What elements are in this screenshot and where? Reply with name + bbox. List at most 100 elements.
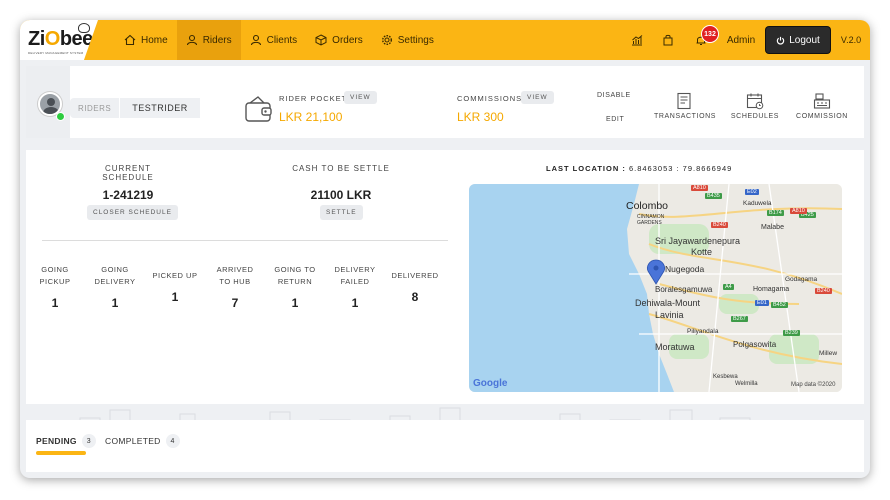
map-road-tag: A4 [723,284,734,290]
notification-badge: 132 [701,25,719,43]
rider-name-pill: RIDERS TESTRIDER [70,98,200,118]
commission-button[interactable]: COMMISSION [794,92,850,120]
nav-riders[interactable]: Riders [176,20,241,60]
stat-label-line1: DELIVERY [334,265,376,274]
commissions-view-button[interactable]: VIEW [521,91,554,104]
map-label-sri-jayawardenepura: Sri Jayawardenepura [655,236,741,246]
nav-home-label: Home [141,34,168,46]
map-label-kesbewa: Kesbewa [713,374,738,380]
map-road-tag: B240 [815,288,832,294]
stat-value: 7 [231,296,239,310]
logout-label: Logout [789,34,820,46]
map-label-piliyandala: Piliyandala [687,328,719,335]
map-road-tag: A810 [790,208,807,214]
gear-icon [381,34,392,46]
schedules-label: SCHEDULES [730,113,780,120]
user-icon [250,34,261,46]
orders-tabs-card: PENDING 3 COMPLETED 4 [26,420,864,472]
rider-pocket-label: RIDER POCKET [279,94,348,103]
stat-going-pickup: GOING PICKUP 1 [30,264,80,310]
bee-mascot-icon [78,23,90,33]
schedule-card: CURRENT SCHEDULE 1-241219 CLOSER SCHEDUL… [26,150,864,404]
google-logo[interactable]: Google [473,378,507,389]
transactions-button[interactable]: TRANSACTIONS [654,92,717,120]
tab-pending-count: 3 [81,434,96,448]
map-road-tag: E02 [745,189,759,195]
map-road-tag: B267 [731,316,748,322]
map-label-godagama: Godagama [785,276,818,283]
stat-arrived-to-hub: ARRIVED TO HUB 7 [210,264,260,310]
home-icon [124,34,136,46]
cash-register-icon [813,93,831,109]
avatar-head [47,98,55,106]
stat-label-line2: DELIVERY [94,277,136,286]
stat-label-line2: RETURN [277,277,313,286]
shopping-bag-button[interactable] [652,20,684,60]
logout-button[interactable]: Logout [766,27,830,53]
logo-subtitle: DELIVERY MANAGEMENT SYSTEM [28,51,84,55]
map-road-tag: B174 [767,210,784,216]
logout-wrap: Logout [764,20,832,60]
nav-home[interactable]: Home [115,20,177,60]
rider-name: TESTRIDER [119,98,200,118]
disable-button[interactable]: DISABLE [597,92,631,99]
user-menu[interactable]: Admin [718,20,764,60]
nav-settings[interactable]: Settings [372,20,443,60]
notifications-button[interactable]: 132 [684,20,719,60]
map-label-kotte: Kotte [691,247,713,257]
shopping-bag-icon [663,34,673,46]
stat-label-line1: ARRIVED [216,265,254,274]
stat-delivered: DELIVERED 8 [390,270,440,304]
stat-value: 1 [171,290,179,304]
top-right-tools: 132 Admin Logout V.2.0 [622,20,870,60]
stat-label-line1: GOING TO [274,265,316,274]
location-map[interactable]: Colombo CINNAMON GARDENS Sri Jayawardene… [469,184,842,392]
map-label-millew: Millew [819,350,838,357]
stat-going-delivery: GOING DELIVERY 1 [90,264,140,310]
tab-pending-label: PENDING [36,436,77,446]
map-label-cinnamon: CINNAMON GARDENS [637,214,665,226]
stat-label-line2: TO HUB [219,277,251,286]
rider-pocket-view-button[interactable]: VIEW [344,91,377,104]
stat-label-line1: PICKED UP [152,271,198,280]
divider [42,240,448,241]
chart-button[interactable] [622,20,652,60]
stat-value: 1 [51,296,59,310]
receipt-icon [677,92,691,110]
rider-header-card: RIDERS TESTRIDER RIDER POCKET VIEW LKR 2… [26,66,864,138]
nav-riders-label: Riders [202,34,232,46]
rider-pocket-amount: LKR 21,100 [279,110,343,124]
stat-label-line1: DELIVERED [391,271,439,280]
stat-label-line2: PICKUP [39,277,71,286]
box-icon [315,34,327,46]
tab-pending[interactable]: PENDING 3 [36,434,96,448]
map-label-polgasowita: Polgasowita [733,340,777,349]
map-road-tag: B240 [711,222,728,228]
commissions-label: COMMISSIONS [457,94,523,103]
app-window: ZiObee DELIVERY MANAGEMENT SYSTEM Home R… [20,20,870,478]
version-label: V.2.0 [840,35,862,45]
cash-to-settle-label: CASH TO BE SETTLE [292,164,390,173]
nav-orders-label: Orders [332,34,363,46]
map-label-dehiwala: Dehiwala-Mount [635,298,701,308]
transactions-label: TRANSACTIONS [654,113,717,120]
nav-clients[interactable]: Clients [241,20,307,60]
map-road-tag: E01 [755,300,769,306]
last-location-coords: 6.8463053 : 79.8666949 [628,164,733,173]
stat-value: 8 [411,290,419,304]
power-icon [776,36,785,44]
stat-going-to-return: GOING TO RETURN 1 [270,264,320,310]
closer-schedule-button[interactable]: CLOSER SCHEDULE [87,205,178,220]
map-road-tag: B452 [771,302,788,308]
edit-button[interactable]: EDIT [606,116,624,123]
tab-completed[interactable]: COMPLETED 4 [105,434,180,448]
schedules-button[interactable]: SCHEDULES [730,92,780,120]
logo[interactable]: ZiObee DELIVERY MANAGEMENT SYSTEM [20,20,98,60]
map-label-kaduwela: Kaduwela [743,200,772,207]
user-icon [186,34,197,46]
map-road-tag: B239 [783,330,800,336]
nav-orders[interactable]: Orders [306,20,372,60]
map-attribution[interactable]: Map data ©2020 [791,382,835,388]
settle-button[interactable]: SETTLE [320,205,363,220]
map-label-moratuwa: Moratuwa [655,342,695,352]
